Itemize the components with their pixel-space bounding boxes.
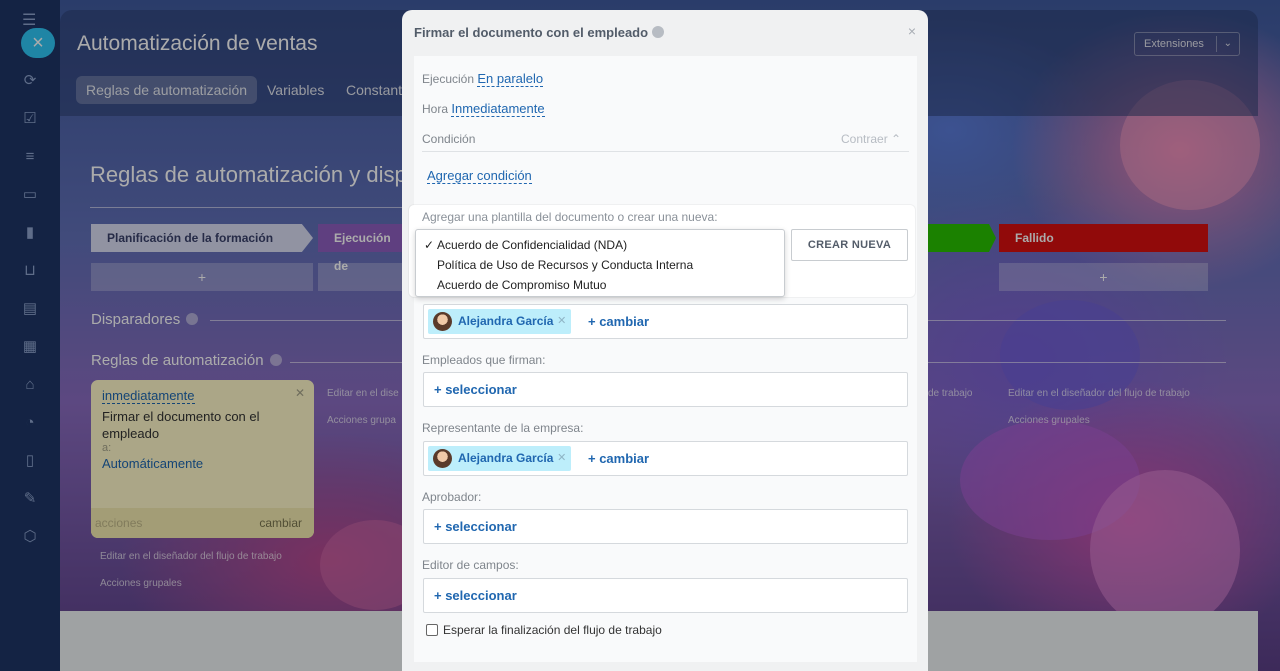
select-approver-link[interactable]: + seleccionar xyxy=(434,519,517,534)
avatar xyxy=(433,449,452,468)
checkmark-icon: ✓ xyxy=(424,238,435,252)
wait-completion-label[interactable]: Esperar la finalización del flujo de tra… xyxy=(443,623,662,637)
company-rep-label: Representante de la empresa: xyxy=(422,421,584,435)
template-dropdown[interactable]: ✓ Acuerdo de Confidencialidad (NDA) Polí… xyxy=(415,229,785,297)
execution-label: Ejecución xyxy=(422,72,475,86)
change-signer-link[interactable]: + cambiar xyxy=(588,314,649,329)
fields-editor-field[interactable]: + seleccionar xyxy=(423,578,908,613)
wait-completion-checkbox[interactable] xyxy=(426,624,438,636)
help-icon[interactable] xyxy=(652,26,665,38)
add-condition-row: Agregar condición xyxy=(427,168,532,184)
employees-label: Empleados que firman: xyxy=(422,353,546,367)
add-condition-link[interactable]: Agregar condición xyxy=(427,168,532,184)
company-rep-chip[interactable]: Alejandra García ✕ xyxy=(428,446,572,471)
chevron-up-icon: ⌃ xyxy=(891,132,902,146)
employees-field[interactable]: + seleccionar xyxy=(423,372,908,407)
execution-row: Ejecución En paralelo xyxy=(422,71,544,87)
dialog-body: Ejecución En paralelo Hora Inmediatament… xyxy=(414,56,917,662)
approver-label: Aprobador: xyxy=(422,490,482,504)
action-settings-dialog: Firmar el documento con el empleado × Ej… xyxy=(402,10,928,671)
dialog-title: Firmar el documento con el empleado xyxy=(414,25,665,40)
template-label: Agregar una plantilla del documento o cr… xyxy=(422,210,718,224)
collapse-label: Contraer xyxy=(841,132,888,146)
select-employees-link[interactable]: + seleccionar xyxy=(434,382,517,397)
remove-icon[interactable]: ✕ xyxy=(557,309,566,334)
time-label: Hora xyxy=(422,102,449,116)
template-option[interactable]: Política de Uso de Recursos y Conducta I… xyxy=(437,258,693,272)
close-icon[interactable]: × xyxy=(908,23,916,39)
approver-field[interactable]: + seleccionar xyxy=(423,509,908,544)
template-picker: Agregar una plantilla del documento o cr… xyxy=(409,205,915,297)
signer-name: Alejandra García xyxy=(458,314,554,328)
dialog-title-text: Firmar el documento con el empleado xyxy=(414,25,649,40)
signer-field[interactable]: Alejandra García ✕ + cambiar xyxy=(423,304,908,339)
collapse-link[interactable]: Contraer ⌃ xyxy=(841,132,901,146)
remove-icon[interactable]: ✕ xyxy=(557,446,566,471)
divider xyxy=(422,151,909,152)
condition-label: Condición xyxy=(422,132,476,146)
fields-editor-label: Editor de campos: xyxy=(422,558,519,572)
template-option[interactable]: Acuerdo de Compromiso Mutuo xyxy=(437,278,606,292)
create-new-button[interactable]: CREAR NUEVA xyxy=(791,229,908,261)
template-option[interactable]: Acuerdo de Confidencialidad (NDA) xyxy=(437,238,627,252)
select-fields-editor-link[interactable]: + seleccionar xyxy=(434,588,517,603)
change-company-rep-link[interactable]: + cambiar xyxy=(588,451,649,466)
execution-link[interactable]: En paralelo xyxy=(477,71,544,87)
time-row: Hora Inmediatamente xyxy=(422,101,545,117)
avatar xyxy=(433,312,452,331)
company-rep-field[interactable]: Alejandra García ✕ + cambiar xyxy=(423,441,908,476)
time-link[interactable]: Inmediatamente xyxy=(451,101,545,117)
signer-chip[interactable]: Alejandra García ✕ xyxy=(428,309,572,334)
company-rep-name: Alejandra García xyxy=(458,451,554,465)
